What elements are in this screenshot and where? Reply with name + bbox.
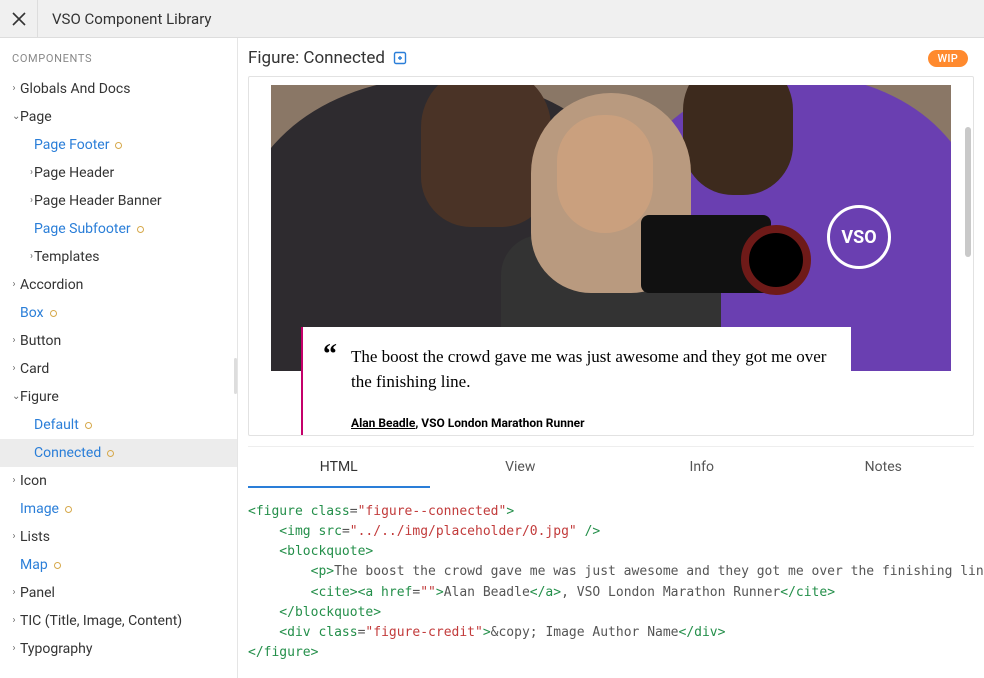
sidebar-item-default[interactable]: Default — [0, 411, 237, 439]
content-pane: Figure: Connected WIP VSO — [238, 38, 984, 678]
cite-role: , VSO London Marathon Runner — [415, 416, 584, 430]
figure-connected: VSO “ The boost the crowd gave me was ju… — [271, 85, 951, 436]
code-tabs: HTMLViewInfoNotes — [248, 446, 974, 488]
sidebar-item-label: Button — [20, 334, 61, 348]
sidebar-item-button[interactable]: › Button — [0, 327, 237, 355]
sidebar-item-typography[interactable]: › Typography — [0, 635, 237, 663]
sidebar-item-label: Page — [20, 110, 52, 124]
vso-logo: VSO — [827, 205, 891, 269]
status-dot-icon — [137, 226, 144, 233]
sidebar-item-label: Panel — [20, 586, 55, 600]
sidebar-item-label: Card — [20, 362, 49, 376]
tab-info[interactable]: Info — [611, 447, 793, 488]
content-header: Figure: Connected WIP — [238, 38, 984, 76]
topbar: VSO Component Library — [0, 0, 984, 38]
chevron-icon: › — [8, 336, 16, 346]
status-dot-icon — [85, 422, 92, 429]
sidebar-item-image[interactable]: Image — [0, 495, 237, 523]
tab-notes[interactable]: Notes — [793, 447, 975, 488]
close-button[interactable] — [0, 0, 38, 38]
sidebar-item-page-subfooter[interactable]: Page Subfooter — [0, 215, 237, 243]
sidebar-item-label: Map — [20, 558, 48, 572]
sidebar-item-page[interactable]: ⌄ Page — [0, 103, 237, 131]
app-title: VSO Component Library — [38, 10, 212, 28]
sidebar-item-label: Default — [34, 418, 79, 432]
sidebar-item-figure[interactable]: ⌄ Figure — [0, 383, 237, 411]
sidebar-item-label: Lists — [20, 530, 50, 544]
sidebar-item-box[interactable]: Box — [0, 299, 237, 327]
status-dot-icon — [107, 450, 114, 457]
sidebar-item-label: TIC (Title, Image, Content) — [20, 614, 182, 628]
sidebar-item-lists[interactable]: › Lists — [0, 523, 237, 551]
sidebar-item-label: Typography — [20, 642, 92, 656]
sidebar-item-label: Box — [20, 306, 44, 320]
sidebar-item-panel[interactable]: › Panel — [0, 579, 237, 607]
quote-mark-icon: “ — [323, 339, 337, 371]
chevron-icon: › — [8, 644, 16, 654]
sidebar-item-label: Image — [20, 502, 59, 516]
chevron-icon: › — [8, 196, 30, 206]
chevron-icon: › — [8, 588, 16, 598]
sidebar-heading: COMPONENTS — [0, 38, 237, 75]
sidebar-item-label: Figure — [20, 390, 59, 404]
preview-scrollbar[interactable] — [965, 127, 971, 257]
sidebar-item-page-header[interactable]: › Page Header — [0, 159, 237, 187]
chevron-icon: › — [8, 476, 16, 486]
sidebar-item-label: Connected — [34, 446, 101, 460]
sidebar-item-page-header-banner[interactable]: › Page Header Banner — [0, 187, 237, 215]
chevron-icon: › — [8, 532, 16, 542]
sidebar-item-label: Globals And Docs — [20, 82, 130, 96]
sidebar-item-label: Page Header — [34, 166, 114, 180]
chevron-icon: ⌄ — [8, 392, 16, 402]
sidebar-item-label: Icon — [20, 474, 47, 488]
chevron-icon: › — [8, 280, 16, 290]
status-dot-icon — [54, 562, 61, 569]
status-badge: WIP — [928, 50, 968, 67]
sidebar-item-card[interactable]: › Card — [0, 355, 237, 383]
sidebar-item-page-footer[interactable]: Page Footer — [0, 131, 237, 159]
chevron-icon: › — [8, 364, 16, 374]
sidebar-item-label: Page Subfooter — [34, 222, 131, 236]
cite-link[interactable]: Alan Beadle — [351, 416, 415, 430]
sidebar-item-label: Page Header Banner — [34, 194, 162, 208]
chevron-icon: ⌄ — [8, 112, 16, 122]
code-pane[interactable]: <figure class="figure--connected"> <img … — [238, 488, 984, 678]
sidebar-item-label: Templates — [34, 250, 100, 264]
sidebar: COMPONENTS › Globals And Docs ⌄ Page Page Fo… — [0, 38, 238, 678]
close-icon — [12, 12, 26, 26]
chevron-icon: › — [8, 252, 30, 262]
sidebar-item-templates[interactable]: › Templates — [0, 243, 237, 271]
chevron-icon: › — [8, 616, 16, 626]
sidebar-item-tic-title-image-content-[interactable]: › TIC (Title, Image, Content) — [0, 607, 237, 635]
sidebar-item-globals-and-docs[interactable]: › Globals And Docs — [0, 75, 237, 103]
sidebar-item-label: Page Footer — [34, 138, 109, 152]
sidebar-splitter[interactable] — [234, 358, 237, 394]
quote-citation: Alan Beadle, VSO London Marathon Runner — [351, 416, 833, 430]
chevron-icon: › — [8, 168, 30, 178]
preview-pane[interactable]: VSO “ The boost the crowd gave me was ju… — [248, 76, 974, 436]
open-external-icon — [393, 51, 407, 65]
open-new-window-button[interactable] — [393, 51, 407, 65]
blockquote: “ The boost the crowd gave me was just a… — [301, 327, 851, 436]
status-dot-icon — [115, 142, 122, 149]
sidebar-item-accordion[interactable]: › Accordion — [0, 271, 237, 299]
sidebar-item-connected[interactable]: Connected — [0, 439, 237, 467]
status-dot-icon — [65, 506, 72, 513]
sidebar-item-label: Accordion — [20, 278, 83, 292]
sidebar-item-map[interactable]: Map — [0, 551, 237, 579]
page-title: Figure: Connected — [248, 48, 385, 68]
chevron-icon: › — [8, 84, 16, 94]
status-dot-icon — [50, 310, 57, 317]
tab-view[interactable]: View — [430, 447, 612, 488]
quote-text: The boost the crowd gave me was just awe… — [351, 345, 833, 394]
sidebar-item-icon[interactable]: › Icon — [0, 467, 237, 495]
tab-html[interactable]: HTML — [248, 447, 430, 488]
